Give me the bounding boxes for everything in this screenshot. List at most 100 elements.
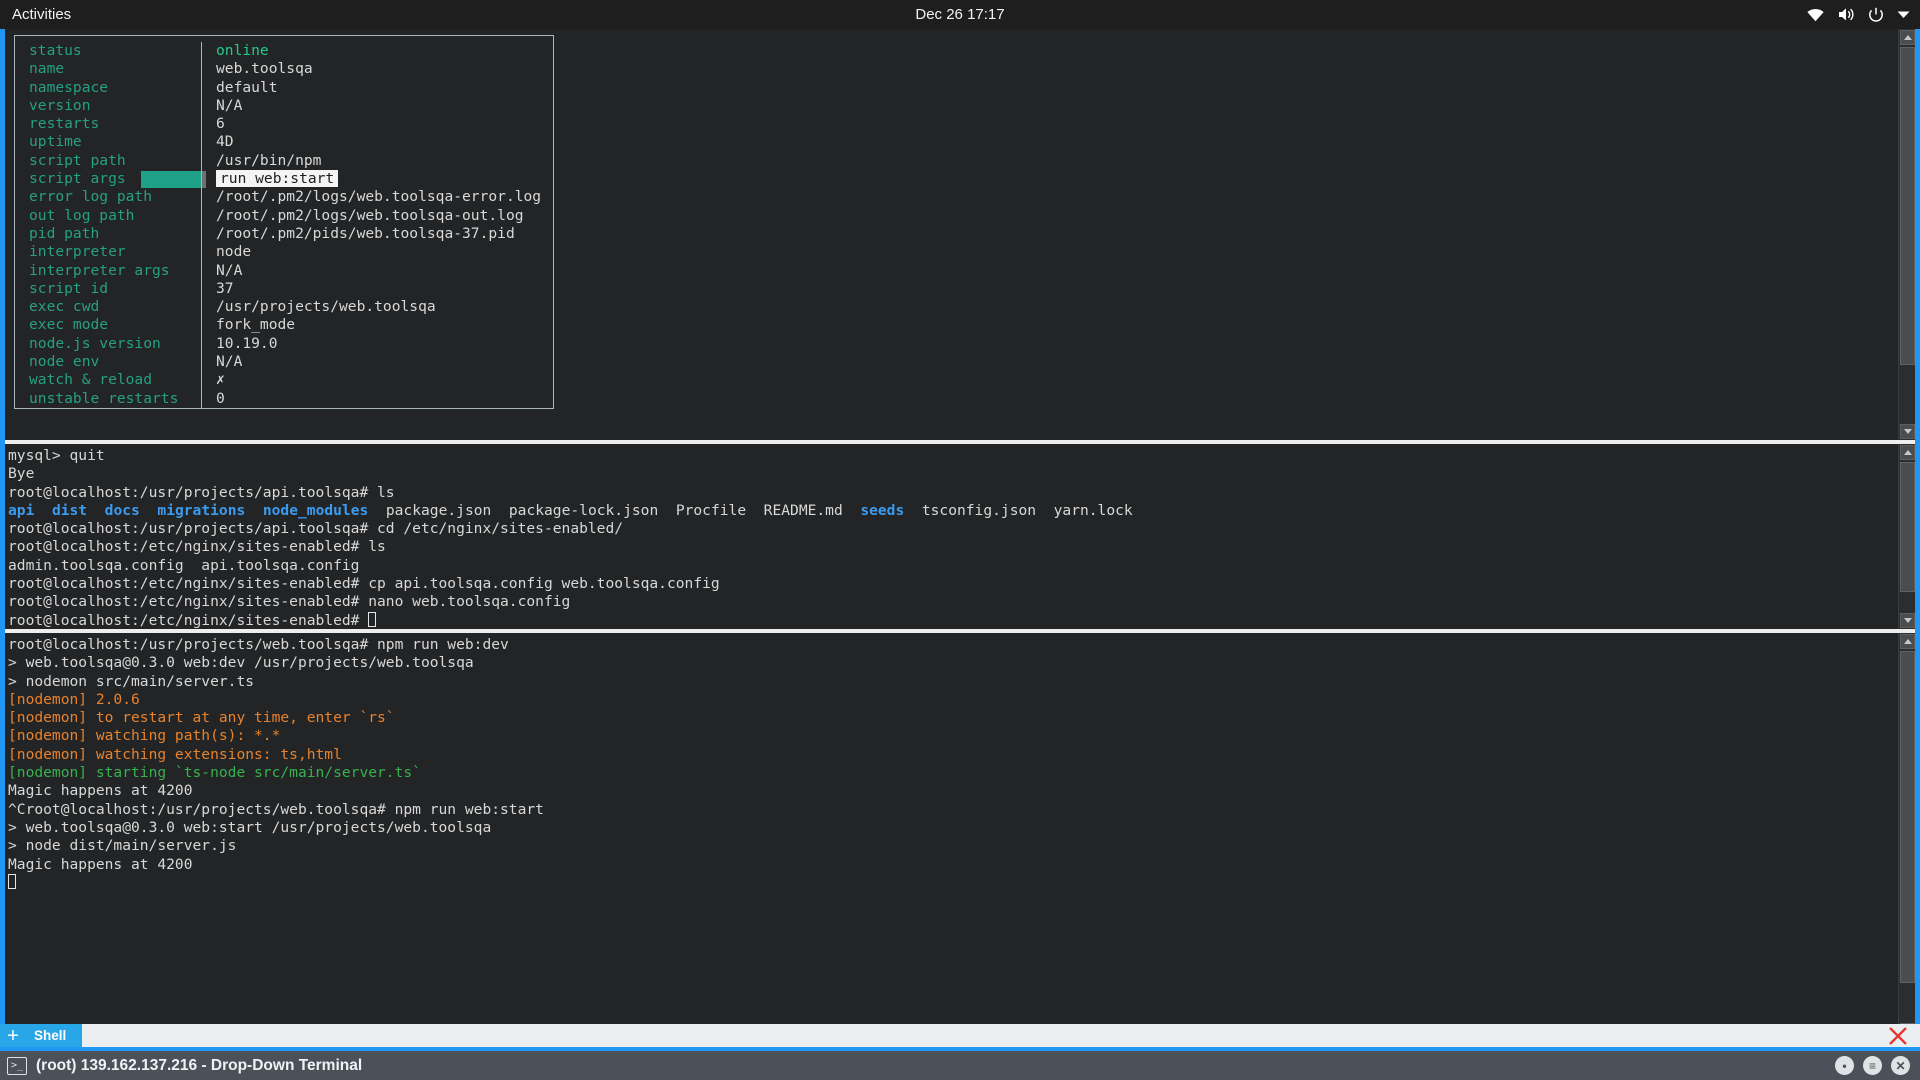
- terminal-text: docs: [104, 501, 140, 519]
- terminal-line: root@localhost:/usr/projects/api.toolsqa…: [8, 520, 1898, 538]
- text-cursor: [8, 873, 16, 889]
- terminal-text: migrations: [157, 501, 246, 519]
- tab-shell[interactable]: Shell: [26, 1024, 83, 1047]
- scroll-up-icon[interactable]: [1900, 30, 1915, 45]
- terminal-text: tsconfig.json yarn.lock: [904, 501, 1133, 519]
- terminal-line: > node dist/main/server.js: [8, 837, 1898, 855]
- pm2-row: interpreter args N/A: [15, 261, 553, 280]
- pm2-key: error log path: [29, 188, 153, 206]
- terminal-line: root@localhost:/etc/nginx/sites-enabled#: [8, 611, 1898, 629]
- terminal-line: root@localhost:/etc/nginx/sites-enabled#…: [8, 575, 1898, 593]
- terminal-line: root@localhost:/etc/nginx/sites-enabled#…: [8, 538, 1898, 556]
- terminal-text: > node dist/main/server.js: [8, 837, 237, 855]
- pm2-key: exec mode: [29, 316, 109, 334]
- wifi-icon[interactable]: [1807, 8, 1824, 22]
- volume-icon[interactable]: [1837, 7, 1855, 22]
- pm2-key: uptime: [29, 133, 82, 151]
- terminal-text: package.json package-lock.json Procfile …: [368, 501, 861, 519]
- pm2-key: script args: [15, 170, 206, 189]
- pm2-value: /usr/bin/npm: [216, 151, 322, 169]
- terminal-pane-pm2[interactable]: status online name web.toolsqa namespace defa…: [5, 29, 1915, 440]
- terminal-text: root@localhost:/usr/projects/web.toolsqa…: [8, 636, 509, 653]
- terminal-text: seeds: [860, 501, 905, 519]
- shell-pane-body: mysql> quit Bye root@localhost:/usr/projec…: [5, 444, 1898, 629]
- pm2-value: 6: [216, 115, 225, 133]
- terminal-text: dist: [51, 501, 88, 519]
- power-icon[interactable]: [1868, 7, 1884, 23]
- scrollbar-thumb[interactable]: [1900, 462, 1915, 592]
- terminal-line: [nodemon] starting `ts-node src/main/ser…: [8, 764, 1898, 782]
- pm2-value: 37: [216, 279, 234, 297]
- pm2-row: restarts 6: [15, 115, 553, 134]
- scroll-down-icon[interactable]: [1900, 613, 1915, 628]
- activities-button[interactable]: Activities: [0, 6, 85, 23]
- terminal-text: mysql> quit: [8, 447, 105, 464]
- tab-bar-spacer: [82, 1024, 1876, 1047]
- terminal-line: Bye: [8, 465, 1898, 483]
- close-terminal-button[interactable]: [1876, 1024, 1920, 1047]
- selection-highlight: [141, 171, 201, 189]
- terminal-line: root@localhost:/usr/projects/api.toolsqa…: [8, 484, 1898, 502]
- scrollbar-thumb[interactable]: [1900, 651, 1915, 983]
- terminal-text: [nodemon] starting `ts-node src/main/ser…: [8, 764, 421, 782]
- pm2-row: node.js version 10.19.0: [15, 334, 553, 354]
- pm2-key: version: [29, 96, 91, 114]
- terminal-line: > nodemon src/main/server.ts: [8, 673, 1898, 691]
- terminal-text: root@localhost:/usr/projects/api.toolsqa…: [8, 520, 624, 538]
- pm2-value: online: [216, 42, 269, 59]
- terminal-pane-npm[interactable]: root@localhost:/usr/projects/web.toolsqa…: [5, 633, 1915, 1039]
- pm2-value: /root/.pm2/logs/web.toolsqa-out.log: [216, 206, 524, 224]
- scroll-up-icon[interactable]: [1900, 634, 1915, 649]
- pm2-row: version N/A: [15, 96, 553, 116]
- terminal-line: [nodemon] to restart at any time, enter …: [8, 709, 1898, 727]
- selection-edge: [202, 171, 206, 189]
- pm2-value: N/A: [216, 353, 243, 371]
- terminal-text: ^Croot@localhost:/usr/projects/web.tools…: [8, 800, 544, 818]
- pm2-key: restarts: [29, 115, 100, 133]
- npm-pane-body: root@localhost:/usr/projects/web.toolsqa…: [5, 633, 1898, 1039]
- terminal-line: [8, 873, 1898, 892]
- new-tab-button[interactable]: +: [0, 1024, 26, 1047]
- pm2-key: node env: [29, 353, 100, 371]
- terminal-line: Magic happens at 4200: [8, 856, 1898, 874]
- terminal-line: root@localhost:/usr/projects/web.toolsqa…: [8, 636, 1898, 654]
- text-cursor: [368, 611, 377, 627]
- scrollbar-thumb[interactable]: [1900, 47, 1915, 365]
- menu-icon[interactable]: ≡: [1863, 1056, 1882, 1075]
- pm2-row: script args run web:start: [15, 170, 553, 189]
- pm2-row: watch & reload ✗: [15, 371, 553, 390]
- terminal-pane-shell[interactable]: mysql> quit Bye root@localhost:/usr/projec…: [5, 444, 1915, 629]
- pm2-key: interpreter args: [29, 261, 170, 279]
- scrollbar-pane-pm2[interactable]: [1898, 29, 1915, 440]
- terminal-line: root@localhost:/etc/nginx/sites-enabled#…: [8, 593, 1898, 611]
- clock[interactable]: Dec 26 17:17: [0, 6, 1920, 23]
- terminal-text: api: [8, 501, 35, 519]
- terminal-text: node_modules: [262, 501, 369, 519]
- pm2-value: 10.19.0: [216, 334, 278, 352]
- pm2-value: default: [216, 78, 278, 96]
- pm2-row: pid path/root/.pm2/pids/web.toolsqa-37.p…: [15, 224, 553, 244]
- terminal-text: [nodemon] 2.0.6: [8, 690, 140, 708]
- scroll-up-icon[interactable]: [1900, 445, 1915, 460]
- pm2-row: namespace default: [15, 78, 553, 97]
- chevron-down-icon[interactable]: [1897, 10, 1910, 19]
- pm2-key: unstable restarts: [29, 389, 179, 407]
- close-icon[interactable]: ✕: [1891, 1056, 1910, 1075]
- minimize-icon[interactable]: •: [1835, 1056, 1854, 1075]
- terminal-text: > nodemon src/main/server.ts: [8, 672, 255, 690]
- scrollbar-pane-shell[interactable]: [1898, 444, 1915, 629]
- scroll-down-icon[interactable]: [1900, 424, 1915, 439]
- pm2-row: unstable restarts 0: [15, 389, 553, 408]
- pm2-key: watch & reload: [29, 371, 153, 389]
- terminal-text: root@localhost:/etc/nginx/sites-enabled#: [8, 611, 369, 629]
- terminal-text: root@localhost:/etc/nginx/sites-enabled#…: [8, 575, 720, 593]
- pm2-key: node.js version: [29, 334, 161, 352]
- pm2-row: uptime 4D: [15, 133, 553, 152]
- terminal-line: Magic happens at 4200: [8, 782, 1898, 800]
- pm2-row: status online: [15, 42, 553, 61]
- terminal-text: root@localhost:/usr/projects/api.toolsqa…: [8, 483, 395, 501]
- scrollbar-pane-npm[interactable]: [1898, 633, 1915, 1039]
